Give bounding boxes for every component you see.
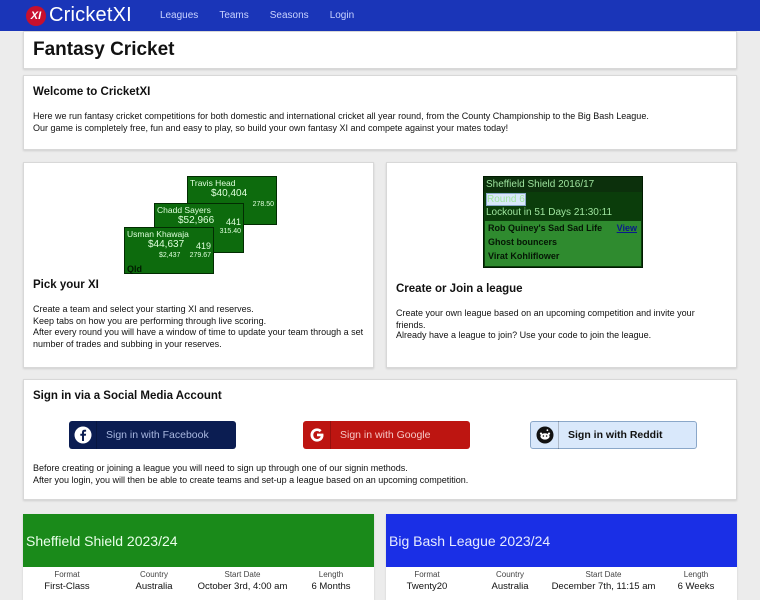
player-stat: 278.50: [252, 201, 274, 208]
player-value: $44,637: [148, 239, 185, 250]
meta-label: Format: [54, 570, 80, 579]
competition-start-date: Start Date December 7th, 11:15 am: [546, 570, 661, 592]
mini-league-preview: Sheffield Shield 2016/17 Round 6 Lockout…: [483, 176, 643, 268]
create-league-card: Sheffield Shield 2016/17 Round 6 Lockout…: [386, 162, 737, 368]
player-name: Travis Head: [190, 178, 236, 188]
meta-value: Australia: [135, 581, 173, 592]
competition-length: Length 6 Weeks: [668, 570, 724, 592]
signin-title: Sign in via a Social Media Account: [33, 390, 222, 402]
player-card-usman-khawaja: Usman Khawaja $44,637 419 $2,437 279.67 …: [124, 227, 214, 274]
competition-meta: Format First-Class Country Australia Sta…: [23, 570, 374, 600]
mini-league-teams: Rob Quiney's Sad Sad Life View Ghost bou…: [485, 221, 641, 266]
google-signin-label: Sign in with Google: [340, 429, 431, 441]
player-value: $52,966: [178, 215, 215, 226]
create-line-2: Already have a league to join? Use your …: [396, 330, 652, 340]
signin-line-1: Before creating or joining a league you …: [33, 463, 408, 473]
competition-format: Format Twenty20: [399, 570, 455, 592]
google-signin-button[interactable]: Sign in with Google: [303, 421, 470, 449]
competition-length: Length 6 Months: [303, 570, 359, 592]
mini-league-round: Round 6: [486, 193, 526, 206]
pick-line-3: After every round you will have a window…: [33, 327, 364, 349]
nav-link-leagues[interactable]: Leagues: [160, 10, 198, 21]
welcome-line-1: Here we run fantasy cricket competitions…: [33, 111, 649, 121]
pick-xi-title: Pick your XI: [33, 279, 99, 291]
nav-link-teams[interactable]: Teams: [219, 10, 248, 21]
signin-line-2: After you login, you will then be able t…: [33, 475, 469, 485]
facebook-signin-button[interactable]: Sign in with Facebook: [69, 421, 236, 449]
welcome-line-2: Our game is completely free, fun and eas…: [33, 123, 509, 133]
meta-value: Australia: [491, 581, 529, 592]
welcome-card: Welcome to CricketXI Here we run fantasy…: [23, 75, 737, 150]
mini-league-lockout: Lockout in 51 Days 21:30:11: [486, 207, 613, 218]
meta-value: October 3rd, 4:00 am: [197, 581, 288, 592]
player-name: Chadd Sayers: [157, 205, 211, 215]
meta-label: Length: [318, 570, 344, 579]
meta-value: December 7th, 11:15 am: [551, 581, 656, 592]
brand-name: CricketXI: [49, 4, 132, 26]
player-stat: 441: [225, 217, 241, 227]
meta-label: Start Date: [224, 570, 261, 579]
pick-line-1: Create a team and select your starting X…: [33, 304, 254, 314]
facebook-icon: [69, 421, 97, 449]
facebook-signin-label: Sign in with Facebook: [106, 429, 209, 441]
competition-title: Sheffield Shield 2023/24: [26, 533, 178, 549]
competition-card-big-bash-league[interactable]: Big Bash League 2023/24 Format Twenty20 …: [386, 514, 737, 600]
competition-card-sheffield-shield[interactable]: Sheffield Shield 2023/24 Format First-Cl…: [23, 514, 374, 600]
meta-label: Start Date: [585, 570, 622, 579]
player-team: Qld: [127, 264, 142, 274]
reddit-signin-button[interactable]: Sign in with Reddit: [530, 421, 697, 449]
competition-format: Format First-Class: [38, 570, 96, 592]
meta-value: Twenty20: [406, 581, 448, 592]
brand-link[interactable]: XI CricketXI: [26, 4, 132, 27]
meta-value: 6 Months: [311, 581, 351, 592]
player-stat: 419: [195, 241, 211, 251]
player-name: Usman Khawaja: [127, 229, 189, 239]
competition-meta: Format Twenty20 Country Australia Start …: [386, 570, 737, 600]
player-stat: $2,437: [159, 252, 181, 259]
competition-country: Country Australia: [482, 570, 538, 592]
player-value: $40,404: [211, 188, 248, 199]
nav-links: Leagues Teams Seasons Login: [160, 10, 375, 21]
mini-league-team: Ghost bouncers: [488, 237, 558, 247]
mini-league-header: Sheffield Shield 2016/17: [484, 177, 642, 192]
nav-link-seasons[interactable]: Seasons: [270, 10, 309, 21]
reddit-icon: [531, 421, 559, 449]
create-league-title: Create or Join a league: [396, 283, 523, 295]
meta-value: First-Class: [44, 581, 90, 592]
signin-card: Sign in via a Social Media Account Sign …: [23, 379, 737, 500]
page-title: Fantasy Cricket: [33, 39, 175, 60]
meta-value: 6 Weeks: [677, 581, 715, 592]
pick-xi-card: Travis Head $40,404 278.50 Chadd Sayers …: [23, 162, 374, 368]
google-icon: [303, 421, 331, 449]
player-stat: 279.67: [189, 252, 211, 259]
meta-label: Country: [139, 570, 168, 579]
cricketxi-logo-icon: XI: [26, 5, 46, 26]
mini-league-team: Rob Quiney's Sad Sad Life: [488, 223, 603, 233]
page-title-card: Fantasy Cricket: [23, 31, 737, 69]
competition-start-date: Start Date October 3rd, 4:00 am: [195, 570, 290, 592]
competition-country: Country Australia: [125, 570, 183, 592]
create-line-1: Create your own league based on an upcom…: [396, 308, 695, 330]
competition-header: Sheffield Shield 2023/24: [23, 514, 374, 567]
meta-label: Length: [683, 570, 709, 579]
player-stat: 315.40: [219, 228, 241, 235]
meta-label: Format: [414, 570, 440, 579]
navbar: XI CricketXI Leagues Teams Seasons Login: [0, 0, 760, 31]
mini-league-view-link[interactable]: View: [617, 223, 637, 233]
competition-title: Big Bash League 2023/24: [389, 533, 551, 549]
welcome-title: Welcome to CricketXI: [33, 86, 151, 98]
nav-link-login[interactable]: Login: [330, 10, 354, 21]
reddit-signin-label: Sign in with Reddit: [568, 429, 663, 441]
meta-label: Country: [495, 570, 524, 579]
mini-league-team: Virat Kohliflower: [488, 251, 560, 261]
pick-line-2: Keep tabs on how you are performing thro…: [33, 316, 267, 326]
competition-header: Big Bash League 2023/24: [386, 514, 737, 567]
